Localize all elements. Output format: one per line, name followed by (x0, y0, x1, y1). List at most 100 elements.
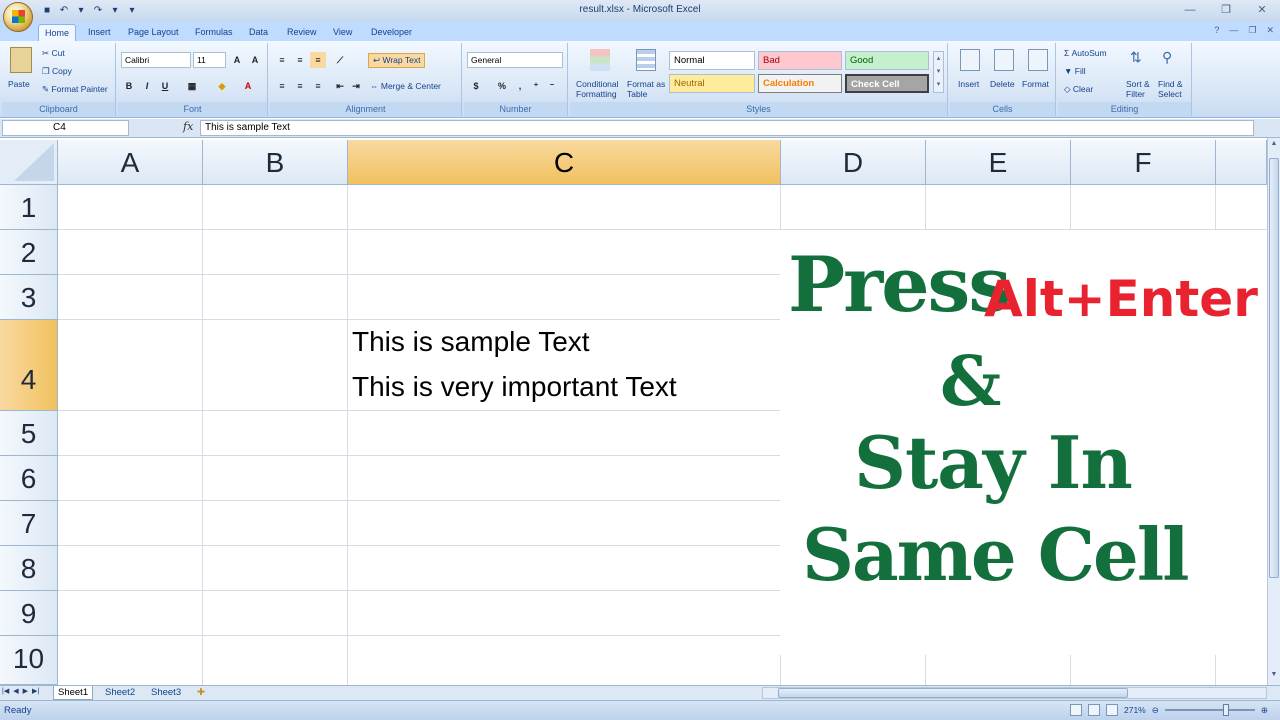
zoom-slider-knob[interactable] (1222, 704, 1229, 716)
row-header-4[interactable]: 4 (0, 320, 58, 411)
close-workbook-icon[interactable]: ✕ (1266, 25, 1274, 36)
autosum-button[interactable]: Σ AutoSum (1064, 48, 1107, 58)
sheet-tab-sheet1[interactable]: Sheet1 (53, 686, 94, 700)
zoom-level[interactable]: 271% (1124, 705, 1146, 715)
tab-data[interactable]: Data (243, 24, 274, 41)
tab-home[interactable]: Home (38, 24, 77, 41)
tab-review[interactable]: Review (281, 24, 323, 41)
select-all-button[interactable] (0, 140, 58, 185)
decrease-indent-icon[interactable]: ⇤ (332, 78, 348, 94)
row-header-2[interactable]: 2 (0, 230, 58, 275)
font-size-select[interactable]: 11 (193, 52, 226, 68)
orientation-icon[interactable]: ⟋ (332, 52, 348, 68)
page-break-view-icon[interactable] (1106, 704, 1118, 716)
page-layout-view-icon[interactable] (1088, 704, 1100, 716)
row-header-5[interactable]: 5 (0, 411, 58, 456)
style-calculation[interactable]: Calculation (758, 74, 842, 93)
horizontal-scrollbar[interactable] (762, 687, 1267, 699)
percent-button[interactable]: % (494, 78, 510, 94)
office-button[interactable] (3, 2, 33, 32)
tab-formulas[interactable]: Formulas (189, 24, 239, 41)
column-header-c[interactable]: C (348, 140, 781, 185)
sort-filter-button[interactable]: Sort & Filter (1126, 79, 1150, 99)
style-bad[interactable]: Bad (758, 51, 842, 70)
tab-insert[interactable]: Insert (82, 24, 117, 41)
tab-page-layout[interactable]: Page Layout (122, 24, 185, 41)
italic-button[interactable]: I (139, 78, 155, 94)
increase-indent-icon[interactable]: ⇥ (348, 78, 364, 94)
column-header-e[interactable]: E (926, 140, 1071, 185)
format-as-table-button[interactable]: Format as Table (627, 79, 665, 99)
zoom-slider[interactable] (1164, 704, 1255, 716)
last-sheet-icon[interactable]: ▶| (32, 687, 39, 695)
conditional-formatting-button[interactable]: Conditional Formatting (576, 79, 619, 99)
sheet-tab-sheet2[interactable]: Sheet2 (101, 686, 139, 700)
row-header-3[interactable]: 3 (0, 275, 58, 320)
normal-view-icon[interactable] (1070, 704, 1082, 716)
bold-button[interactable]: B (121, 78, 137, 94)
vertical-scroll-thumb[interactable] (1269, 158, 1279, 578)
scroll-up-icon[interactable]: ▲ (1268, 140, 1280, 152)
scroll-down-icon[interactable]: ▼ (1268, 671, 1280, 683)
row-header-6[interactable]: 6 (0, 456, 58, 501)
align-right-icon[interactable]: ≡ (310, 78, 326, 94)
conditional-formatting-icon[interactable] (590, 49, 610, 71)
column-header-g[interactable] (1216, 140, 1267, 185)
cell-c4-line2[interactable]: This is very important Text (352, 371, 677, 403)
format-as-table-icon[interactable] (636, 49, 656, 71)
style-neutral[interactable]: Neutral (669, 74, 755, 93)
align-middle-icon[interactable]: ≡ (292, 52, 308, 68)
column-header-f[interactable]: F (1071, 140, 1216, 185)
zoom-in-icon[interactable]: ⊕ (1261, 705, 1268, 716)
row-header-7[interactable]: 7 (0, 501, 58, 546)
delete-cells-icon[interactable] (994, 49, 1014, 71)
row-header-1[interactable]: 1 (0, 185, 58, 230)
number-format-select[interactable]: General (467, 52, 563, 68)
copy-button[interactable]: ❐ Copy (42, 66, 72, 77)
tab-view[interactable]: View (327, 24, 358, 41)
style-normal[interactable]: Normal (669, 51, 755, 70)
next-sheet-icon[interactable]: ▶ (23, 687, 28, 695)
shrink-font-icon[interactable]: A (247, 52, 263, 68)
grow-font-icon[interactable]: A (229, 52, 245, 68)
underline-button[interactable]: U (157, 78, 173, 94)
style-good[interactable]: Good (845, 51, 929, 70)
clear-button[interactable]: ◇ Clear (1064, 84, 1093, 95)
align-left-icon[interactable]: ≡ (274, 78, 290, 94)
sheet-tab-sheet3[interactable]: Sheet3 (147, 686, 185, 700)
sort-filter-icon[interactable]: ⇅ (1130, 49, 1148, 71)
align-top-icon[interactable]: ≡ (274, 52, 290, 68)
style-check-cell[interactable]: Check Cell (845, 74, 929, 93)
zoom-out-icon[interactable]: ⊖ (1152, 705, 1159, 716)
find-select-button[interactable]: Find & Select (1158, 79, 1183, 99)
row-header-8[interactable]: 8 (0, 546, 58, 591)
insert-cells-icon[interactable] (960, 49, 980, 71)
fill-color-icon[interactable]: ◆ (214, 78, 230, 94)
insert-button[interactable]: Insert (958, 79, 979, 89)
align-center-icon[interactable]: ≡ (292, 78, 308, 94)
help-icon[interactable]: ? (1214, 25, 1219, 36)
delete-button[interactable]: Delete (990, 79, 1015, 89)
restore-button[interactable]: ❐ (1208, 0, 1244, 20)
first-sheet-icon[interactable]: |◀ (2, 687, 9, 695)
wrap-text-button[interactable]: ↩ Wrap Text (368, 53, 426, 68)
column-header-a[interactable]: A (58, 140, 203, 185)
insert-sheet-icon[interactable]: ✚ (193, 686, 209, 700)
font-name-select[interactable]: Calibri (121, 52, 191, 68)
name-box[interactable]: C4 (2, 120, 129, 136)
column-header-b[interactable]: B (203, 140, 348, 185)
decrease-decimal-icon[interactable]: ⁻ (544, 78, 560, 94)
restore-ribbon-icon[interactable]: ❐ (1248, 25, 1256, 36)
paste-button[interactable]: Paste (8, 79, 30, 89)
styles-scroll-icon[interactable]: ▴ ▾ ▾ (933, 51, 944, 93)
minimize-ribbon-icon[interactable]: — (1229, 25, 1238, 36)
row-header-10[interactable]: 10 (0, 636, 58, 685)
tab-developer[interactable]: Developer (365, 24, 418, 41)
minimize-button[interactable]: — (1172, 0, 1208, 20)
format-button[interactable]: Format (1022, 79, 1049, 89)
insert-function-icon[interactable]: fx (183, 120, 193, 133)
comma-button[interactable]: , (512, 78, 528, 94)
close-button[interactable]: ✕ (1244, 0, 1280, 20)
horizontal-scroll-thumb[interactable] (778, 688, 1128, 698)
cut-button[interactable]: ✂ Cut (42, 48, 65, 59)
